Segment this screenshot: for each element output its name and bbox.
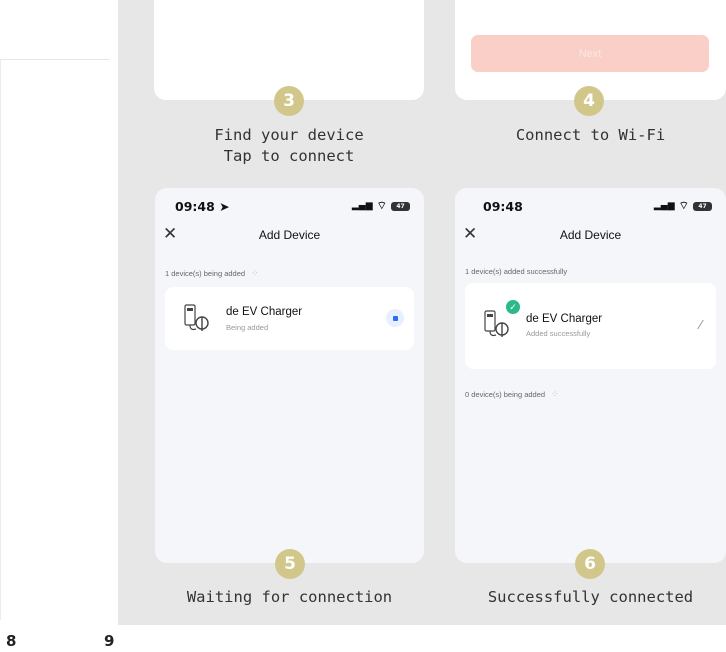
- signal-icon: ▂▄▆: [653, 201, 675, 211]
- step6-caption: Successfully connected: [487, 588, 694, 606]
- step5-screen: 09:48 ➤ ▂▄▆ ⌔ 47 ✕ Add Device 1 device(s…: [155, 188, 424, 563]
- location-arrow-icon: ➤: [219, 198, 230, 214]
- spinner-icon: ⁘: [251, 268, 259, 278]
- wifi-icon: ⌔: [376, 199, 387, 212]
- edit-icon[interactable]: ∕: [700, 317, 702, 332]
- device-card[interactable]: de EV Charger Being added: [165, 287, 414, 350]
- signal-icon: ▂▄▆: [351, 201, 373, 211]
- left-page: [0, 0, 118, 652]
- adding-status: 1 device(s) being added ⁘: [165, 268, 259, 279]
- device-name: de EV Charger: [226, 306, 303, 318]
- step6-screen: 09:48 ▂▄▆ ⌔ 47 ✕ Add Device 1 device(s) …: [455, 188, 726, 563]
- spinner-icon: ⁘: [551, 389, 559, 399]
- nav-title: Add Device: [559, 228, 622, 242]
- step6-badge: 6: [575, 549, 605, 579]
- status-bar: 09:48 ▂▄▆ ⌔ 47: [475, 197, 712, 215]
- wifi-icon: ⌔: [678, 199, 689, 212]
- step4-caption: Connect to Wi-Fi: [515, 126, 666, 144]
- adding-status-text: 1 device(s) being added: [165, 269, 246, 278]
- left-page-top-card: [0, 0, 110, 60]
- page-number-left: 8: [6, 632, 17, 650]
- status-bar: 09:48 ➤ ▂▄▆ ⌔ 47: [175, 197, 410, 215]
- nav-bar: ✕ Add Device: [455, 224, 726, 246]
- progress-icon: [386, 309, 404, 327]
- battery-icon: 47: [391, 201, 410, 211]
- status-time: 09:48: [175, 198, 215, 214]
- charger-device-icon: [184, 304, 209, 331]
- step3-screen: [154, 0, 424, 100]
- step5-caption: Waiting for connection: [186, 588, 393, 606]
- step3-caption-line1: Find your device: [214, 126, 364, 144]
- step3-caption: Find your device Tap to connect: [154, 125, 424, 167]
- adding-status-text: 0 device(s) being added: [465, 390, 546, 399]
- page-number-right: 9: [104, 632, 115, 650]
- status-time: 09:48: [483, 198, 523, 214]
- left-page-divider: [0, 60, 1, 620]
- device-name: de EV Charger: [526, 313, 603, 325]
- steps-panel: 3 Find your device Tap to connect Next 4…: [118, 0, 726, 625]
- device-card[interactable]: ✓ de EV Charger Added successfully ∕: [465, 283, 716, 369]
- nav-title: Add Device: [258, 228, 321, 242]
- battery-icon: 47: [693, 201, 712, 211]
- step3-badge: 3: [274, 86, 304, 116]
- added-status: 1 device(s) added successfully: [465, 267, 568, 276]
- next-button[interactable]: Next: [471, 35, 709, 72]
- check-icon: ✓: [506, 300, 520, 314]
- step3-caption-line2: Tap to connect: [223, 147, 355, 165]
- device-state: Added successfully: [526, 329, 591, 338]
- charger-device-icon: [484, 310, 509, 337]
- adding-status: 0 device(s) being added ⁘: [465, 389, 559, 400]
- nav-bar: ✕ Add Device: [155, 224, 424, 246]
- step4-screen: Next: [455, 0, 726, 100]
- step5-badge: 5: [275, 549, 305, 579]
- step4-badge: 4: [574, 86, 604, 116]
- device-state: Being added: [226, 323, 269, 332]
